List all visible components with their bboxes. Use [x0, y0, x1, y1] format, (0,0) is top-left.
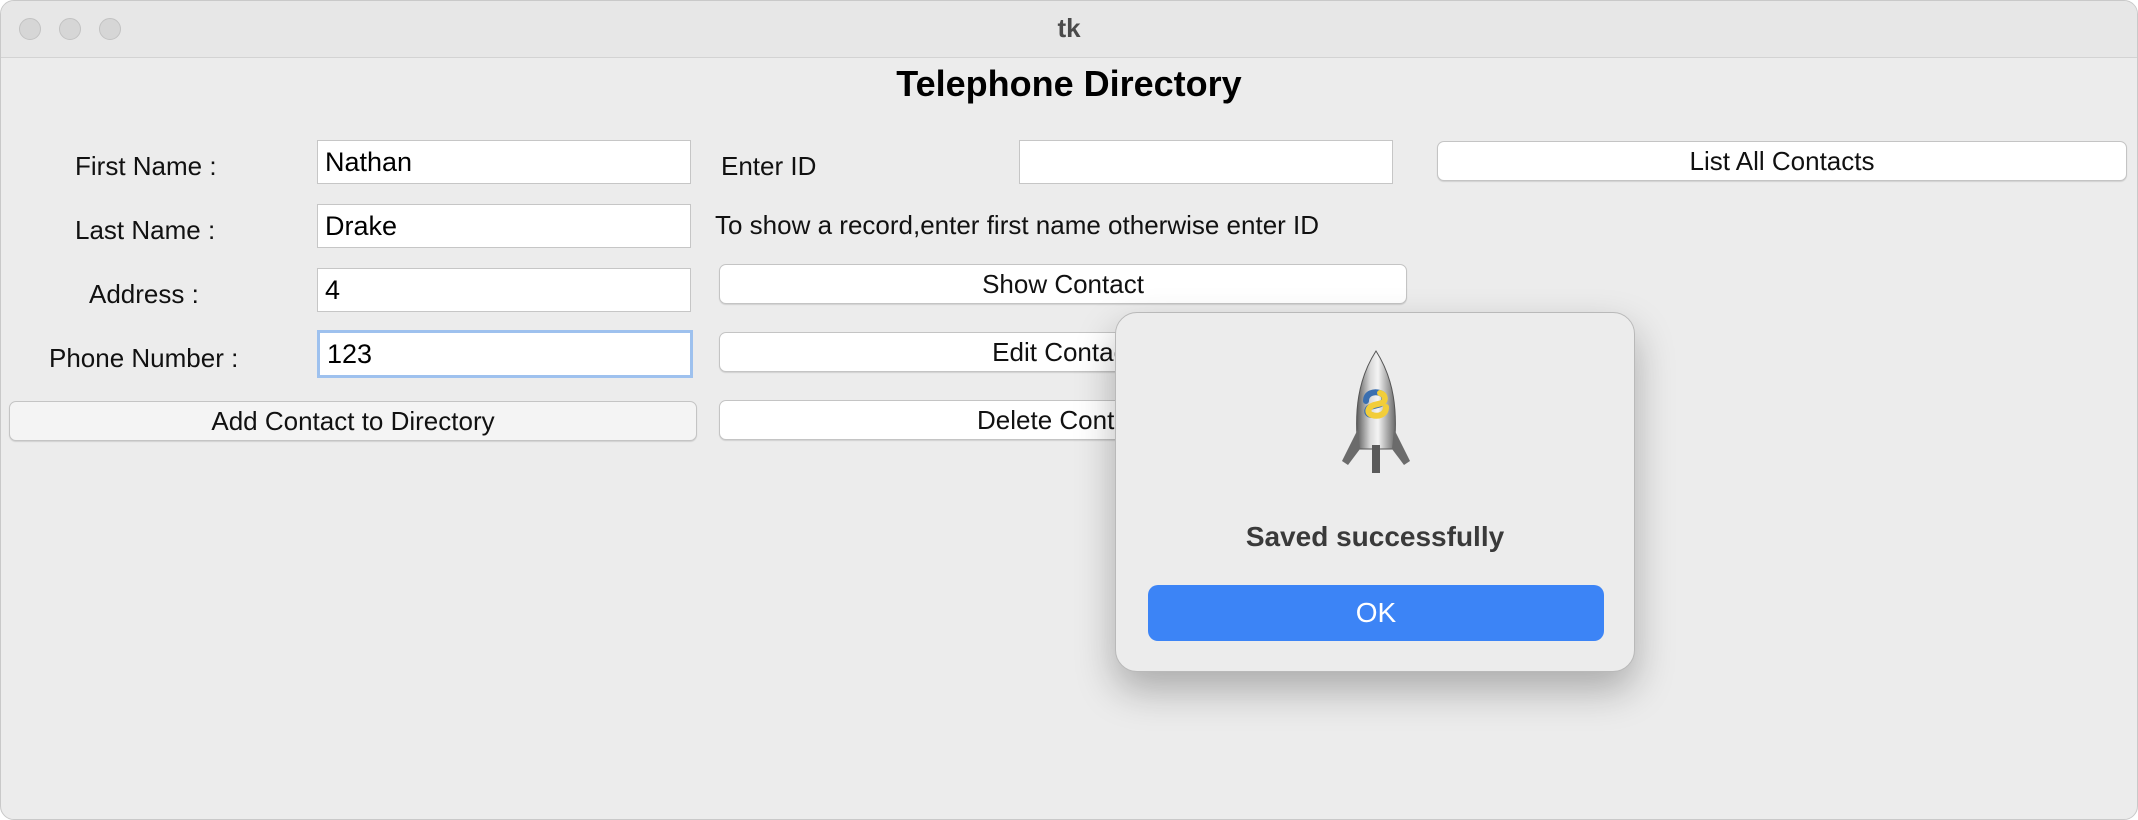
- lookup-hint-text: To show a record,enter first name otherw…: [715, 210, 1320, 240]
- add-contact-button[interactable]: Add Contact to Directory: [9, 401, 697, 441]
- last-name-input[interactable]: [317, 204, 691, 248]
- app-window: tk Telephone Directory First Name : Last…: [0, 0, 2138, 820]
- show-contact-button[interactable]: Show Contact: [719, 264, 1407, 304]
- page-title: Telephone Directory: [896, 63, 1242, 104]
- ok-button[interactable]: OK: [1148, 585, 1604, 641]
- first-name-label: First Name :: [75, 151, 217, 181]
- enter-id-label: Enter ID: [721, 151, 817, 181]
- dialog-message: Saved successfully: [1245, 521, 1505, 552]
- window-title: tk: [1057, 13, 1081, 43]
- list-all-contacts-button[interactable]: List All Contacts: [1437, 141, 2127, 181]
- id-input[interactable]: [1019, 140, 1393, 184]
- phone-number-input[interactable]: [317, 330, 693, 378]
- address-label: Address :: [89, 279, 199, 309]
- phone-number-label: Phone Number :: [49, 343, 239, 373]
- python-rocket-icon: [1328, 349, 1424, 484]
- title-bar[interactable]: tk: [1, 1, 2137, 58]
- alert-dialog: Saved successfully OK: [1115, 312, 1635, 672]
- address-input[interactable]: [317, 268, 691, 312]
- first-name-input[interactable]: [317, 140, 691, 184]
- last-name-label: Last Name :: [75, 215, 216, 245]
